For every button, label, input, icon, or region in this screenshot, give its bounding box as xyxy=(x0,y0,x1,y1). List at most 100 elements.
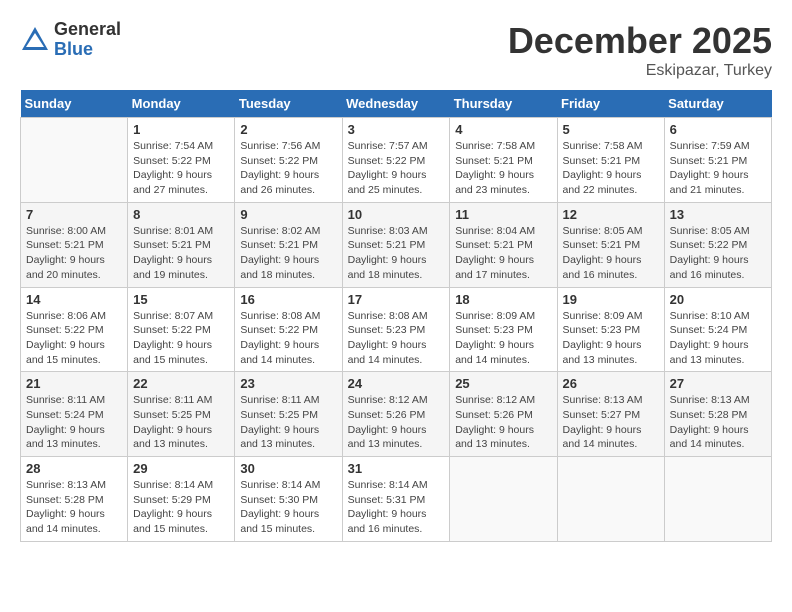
day-number: 24 xyxy=(348,376,445,391)
location-subtitle: Eskipazar, Turkey xyxy=(508,62,772,80)
calendar-week-row: 1 Sunrise: 7:54 AMSunset: 5:22 PMDaylight… xyxy=(21,118,772,203)
day-number: 2 xyxy=(240,122,336,137)
logo-text: General Blue xyxy=(54,20,121,60)
day-number: 14 xyxy=(26,292,122,307)
day-number: 23 xyxy=(240,376,336,391)
day-number: 8 xyxy=(133,207,229,222)
day-info: Sunrise: 8:00 AMSunset: 5:21 PMDaylight:… xyxy=(26,224,122,283)
calendar-day-cell: 5Sunrise: 7:58 AMSunset: 5:21 PMDaylight… xyxy=(557,118,664,203)
calendar-day-cell: 31 Sunrise: 8:14 AMSunset: 5:31 PMDayligh… xyxy=(342,457,450,542)
day-number: 30 xyxy=(240,461,336,476)
day-number: 9 xyxy=(240,207,336,222)
weekday-header-wednesday: Wednesday xyxy=(342,90,450,118)
day-info: Sunrise: 8:10 AMSunset: 5:24 PMDaylight:… xyxy=(670,309,766,368)
day-number: 7 xyxy=(26,207,122,222)
calendar-day-cell: 12Sunrise: 8:05 AMSunset: 5:21 PMDayligh… xyxy=(557,202,664,287)
weekday-header-monday: Monday xyxy=(128,90,235,118)
calendar-day-cell: 11 Sunrise: 8:04 AMSunset: 5:21 PMDayligh… xyxy=(450,202,557,287)
day-info: Sunrise: 8:01 AMSunset: 5:21 PMDaylight:… xyxy=(133,224,229,283)
calendar-day-cell xyxy=(450,457,557,542)
day-number: 22 xyxy=(133,376,229,391)
calendar-day-cell: 28 Sunrise: 8:13 AMSunset: 5:28 PMDayligh… xyxy=(21,457,128,542)
calendar-day-cell: 23 Sunrise: 8:11 AMSunset: 5:25 PMDayligh… xyxy=(235,372,342,457)
calendar-table: SundayMondayTuesdayWednesdayThursdayFrid… xyxy=(20,90,772,542)
day-info: Sunrise: 8:12 AMSunset: 5:26 PMDaylight:… xyxy=(455,393,551,452)
calendar-day-cell: 19 Sunrise: 8:09 AMSunset: 5:23 PMDayligh… xyxy=(557,287,664,372)
day-info: Sunrise: 7:56 AMSunset: 5:22 PMDaylight:… xyxy=(240,139,336,198)
day-number: 10 xyxy=(348,207,445,222)
calendar-day-cell: 14 Sunrise: 8:06 AMSunset: 5:22 PMDayligh… xyxy=(21,287,128,372)
weekday-header-friday: Friday xyxy=(557,90,664,118)
logo: General Blue xyxy=(20,20,121,60)
day-info: Sunrise: 7:58 AMSunset: 5:21 PMDaylight:… xyxy=(563,139,659,198)
day-number: 19 xyxy=(563,292,659,307)
calendar-day-cell xyxy=(664,457,771,542)
calendar-day-cell: 15Sunrise: 8:07 AMSunset: 5:22 PMDayligh… xyxy=(128,287,235,372)
day-number: 20 xyxy=(670,292,766,307)
calendar-day-cell: 18Sunrise: 8:09 AMSunset: 5:23 PMDayligh… xyxy=(450,287,557,372)
day-info: Sunrise: 8:07 AMSunset: 5:22 PMDaylight:… xyxy=(133,309,229,368)
logo-general: General xyxy=(54,20,121,40)
day-number: 18 xyxy=(455,292,551,307)
day-info: Sunrise: 8:03 AMSunset: 5:21 PMDaylight:… xyxy=(348,224,445,283)
calendar-day-cell: 13Sunrise: 8:05 AMSunset: 5:22 PMDayligh… xyxy=(664,202,771,287)
calendar-day-cell: 26 Sunrise: 8:13 AMSunset: 5:27 PMDayligh… xyxy=(557,372,664,457)
page-header: General Blue December 2025 Eskipazar, Tu… xyxy=(20,20,772,80)
calendar-day-cell: 20 Sunrise: 8:10 AMSunset: 5:24 PMDayligh… xyxy=(664,287,771,372)
weekday-header-saturday: Saturday xyxy=(664,90,771,118)
calendar-day-cell: 4 Sunrise: 7:58 AMSunset: 5:21 PMDaylight… xyxy=(450,118,557,203)
calendar-day-cell: 27 Sunrise: 8:13 AMSunset: 5:28 PMDayligh… xyxy=(664,372,771,457)
day-info: Sunrise: 8:11 AMSunset: 5:25 PMDaylight:… xyxy=(133,393,229,452)
day-info: Sunrise: 8:04 AMSunset: 5:21 PMDaylight:… xyxy=(455,224,551,283)
day-info: Sunrise: 8:06 AMSunset: 5:22 PMDaylight:… xyxy=(26,309,122,368)
calendar-week-row: 21 Sunrise: 8:11 AMSunset: 5:24 PMDayligh… xyxy=(21,372,772,457)
day-info: Sunrise: 8:13 AMSunset: 5:28 PMDaylight:… xyxy=(26,478,122,537)
day-info: Sunrise: 8:14 AMSunset: 5:31 PMDaylight:… xyxy=(348,478,445,537)
day-number: 6 xyxy=(670,122,766,137)
calendar-day-cell: 21 Sunrise: 8:11 AMSunset: 5:24 PMDayligh… xyxy=(21,372,128,457)
calendar-day-cell: 30Sunrise: 8:14 AMSunset: 5:30 PMDayligh… xyxy=(235,457,342,542)
calendar-day-cell: 29Sunrise: 8:14 AMSunset: 5:29 PMDayligh… xyxy=(128,457,235,542)
calendar-day-cell: 17Sunrise: 8:08 AMSunset: 5:23 PMDayligh… xyxy=(342,287,450,372)
title-block: December 2025 Eskipazar, Turkey xyxy=(508,20,772,80)
calendar-day-cell: 16Sunrise: 8:08 AMSunset: 5:22 PMDayligh… xyxy=(235,287,342,372)
calendar-day-cell: 25 Sunrise: 8:12 AMSunset: 5:26 PMDayligh… xyxy=(450,372,557,457)
calendar-day-cell: 7 Sunrise: 8:00 AMSunset: 5:21 PMDaylight… xyxy=(21,202,128,287)
day-number: 21 xyxy=(26,376,122,391)
day-info: Sunrise: 7:57 AMSunset: 5:22 PMDaylight:… xyxy=(348,139,445,198)
calendar-day-cell: 10 Sunrise: 8:03 AMSunset: 5:21 PMDayligh… xyxy=(342,202,450,287)
day-info: Sunrise: 7:54 AMSunset: 5:22 PMDaylight:… xyxy=(133,139,229,198)
day-number: 27 xyxy=(670,376,766,391)
day-info: Sunrise: 8:08 AMSunset: 5:22 PMDaylight:… xyxy=(240,309,336,368)
day-info: Sunrise: 8:13 AMSunset: 5:27 PMDaylight:… xyxy=(563,393,659,452)
calendar-day-cell: 24 Sunrise: 8:12 AMSunset: 5:26 PMDayligh… xyxy=(342,372,450,457)
day-number: 11 xyxy=(455,207,551,222)
day-info: Sunrise: 8:13 AMSunset: 5:28 PMDaylight:… xyxy=(670,393,766,452)
calendar-day-cell: 6 Sunrise: 7:59 AMSunset: 5:21 PMDaylight… xyxy=(664,118,771,203)
weekday-header-row: SundayMondayTuesdayWednesdayThursdayFrid… xyxy=(21,90,772,118)
calendar-day-cell xyxy=(21,118,128,203)
day-number: 13 xyxy=(670,207,766,222)
day-number: 28 xyxy=(26,461,122,476)
day-info: Sunrise: 7:58 AMSunset: 5:21 PMDaylight:… xyxy=(455,139,551,198)
day-number: 26 xyxy=(563,376,659,391)
day-info: Sunrise: 8:14 AMSunset: 5:29 PMDaylight:… xyxy=(133,478,229,537)
day-number: 4 xyxy=(455,122,551,137)
calendar-day-cell: 1 Sunrise: 7:54 AMSunset: 5:22 PMDaylight… xyxy=(128,118,235,203)
day-info: Sunrise: 8:12 AMSunset: 5:26 PMDaylight:… xyxy=(348,393,445,452)
day-info: Sunrise: 8:08 AMSunset: 5:23 PMDaylight:… xyxy=(348,309,445,368)
calendar-week-row: 14 Sunrise: 8:06 AMSunset: 5:22 PMDayligh… xyxy=(21,287,772,372)
day-info: Sunrise: 8:02 AMSunset: 5:21 PMDaylight:… xyxy=(240,224,336,283)
calendar-week-row: 7 Sunrise: 8:00 AMSunset: 5:21 PMDaylight… xyxy=(21,202,772,287)
day-info: Sunrise: 8:05 AMSunset: 5:21 PMDaylight:… xyxy=(563,224,659,283)
day-number: 1 xyxy=(133,122,229,137)
day-number: 31 xyxy=(348,461,445,476)
day-number: 3 xyxy=(348,122,445,137)
weekday-header-tuesday: Tuesday xyxy=(235,90,342,118)
day-info: Sunrise: 8:11 AMSunset: 5:25 PMDaylight:… xyxy=(240,393,336,452)
day-info: Sunrise: 7:59 AMSunset: 5:21 PMDaylight:… xyxy=(670,139,766,198)
day-info: Sunrise: 8:09 AMSunset: 5:23 PMDaylight:… xyxy=(563,309,659,368)
logo-blue: Blue xyxy=(54,40,121,60)
day-info: Sunrise: 8:11 AMSunset: 5:24 PMDaylight:… xyxy=(26,393,122,452)
day-number: 25 xyxy=(455,376,551,391)
